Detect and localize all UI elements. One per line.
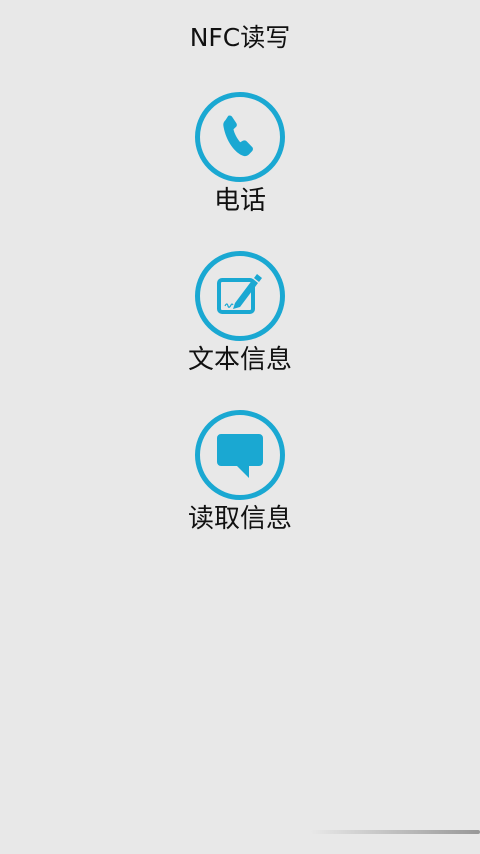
page-title: NFC读写 [189, 23, 291, 52]
edit-note-icon-circle[interactable] [195, 251, 285, 341]
phone-icon-circle[interactable] [195, 92, 285, 182]
menu-item-phone[interactable]: 电话 [140, 92, 340, 216]
chat-bubble-icon-circle[interactable] [195, 410, 285, 500]
scroll-shadow [310, 830, 480, 834]
nfc-main-screen: NFC读写 电话 文本信息 读取信息 [0, 0, 480, 854]
menu-item-read-info-label: 读取信息 [187, 504, 292, 534]
menu-item-text-info[interactable]: 文本信息 [140, 251, 340, 375]
menu-item-phone-label: 电话 [213, 186, 266, 216]
menu-item-read-info[interactable]: 读取信息 [140, 410, 340, 534]
phone-icon [223, 115, 253, 157]
menu-item-text-info-label: 文本信息 [187, 345, 292, 375]
chat-bubble-icon [217, 434, 263, 478]
edit-note-icon [217, 274, 262, 314]
